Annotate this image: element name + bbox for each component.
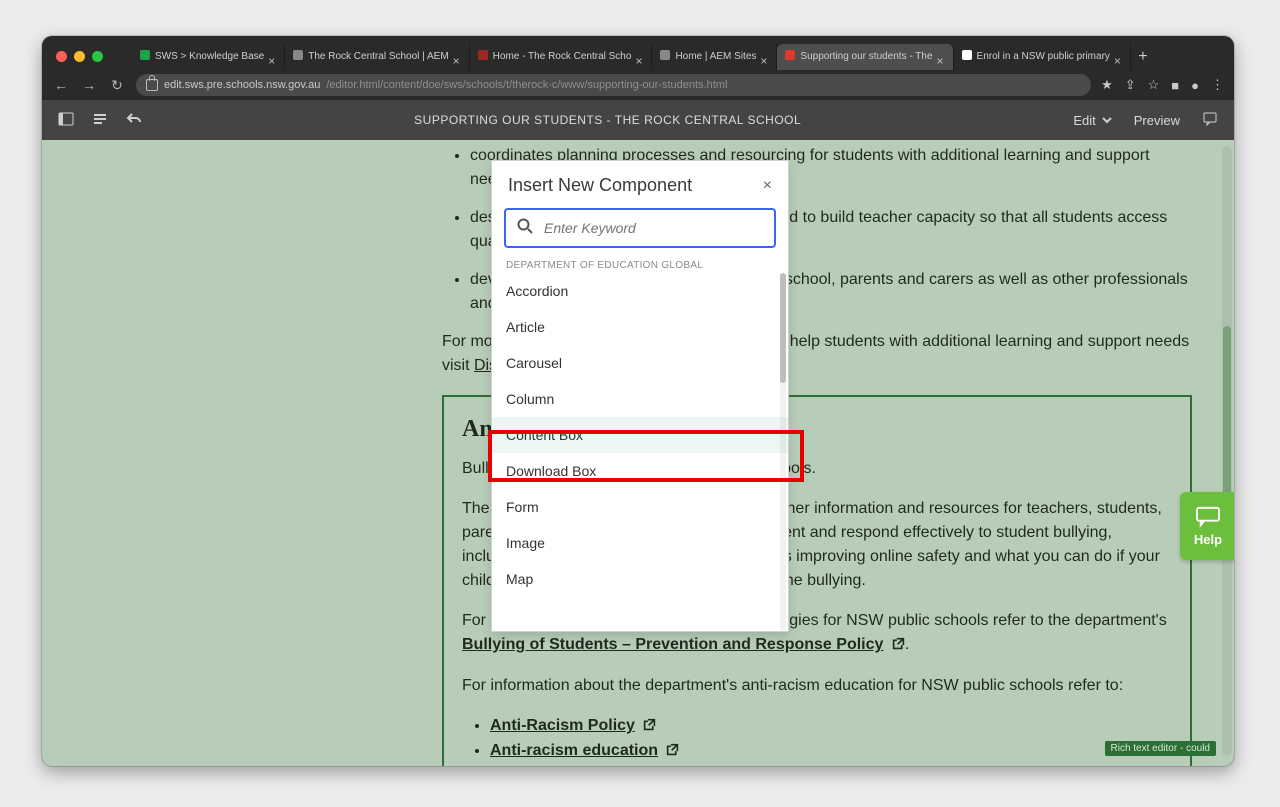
nav-reload-button[interactable]: ↻: [108, 77, 126, 94]
page-info-icon[interactable]: [92, 111, 108, 130]
side-panel-toggle-icon[interactable]: [58, 111, 74, 130]
content-scrollbar[interactable]: [1222, 146, 1232, 756]
window-controls: [56, 51, 103, 62]
preview-button[interactable]: Preview: [1134, 113, 1180, 128]
dialog-section-header: DEPARTMENT OF EDUCATION GLOBAL: [492, 254, 788, 273]
tab-close-button[interactable]: [453, 50, 463, 60]
external-link-icon: [620, 765, 633, 766]
lock-icon: [146, 79, 158, 91]
external-link-icon: [666, 740, 679, 764]
browser-tab[interactable]: Supporting our students - The: [777, 44, 953, 70]
url-field[interactable]: edit.sws.pre.schools.nsw.gov.au/editor.h…: [136, 74, 1091, 96]
component-label: Rich text editor - could: [1105, 741, 1217, 756]
zoom-icon[interactable]: ★: [1101, 77, 1113, 93]
browser-right-icons: ★ ⇪ ☆ ■ ● ⋮: [1101, 77, 1224, 93]
undo-icon[interactable]: [126, 111, 142, 130]
component-option[interactable]: Map: [492, 561, 788, 597]
dialog-close-button[interactable]: ×: [763, 177, 772, 195]
dialog-title: Insert New Component: [508, 175, 692, 196]
tab-close-button[interactable]: [760, 50, 770, 60]
help-label: Help: [1194, 532, 1222, 547]
tab-favicon: [785, 50, 795, 60]
help-widget[interactable]: Help: [1180, 492, 1234, 560]
external-link-icon: [892, 634, 905, 658]
page-title: SUPPORTING OUR STUDENTS - THE ROCK CENTR…: [160, 113, 1055, 127]
browser-tab[interactable]: Home | AEM Sites: [652, 44, 777, 70]
list-item: Racism. No way .: [490, 764, 1172, 766]
tab-label: Enrol in a NSW public primary: [977, 51, 1110, 62]
component-option[interactable]: Download Box: [492, 453, 788, 489]
tab-label: SWS > Knowledge Base: [155, 51, 264, 62]
tab-favicon: [962, 50, 972, 60]
mode-selector[interactable]: Edit: [1073, 113, 1111, 128]
browser-toolbar: ← → ↻ edit.sws.pre.schools.nsw.gov.au/ed…: [42, 70, 1234, 100]
kebab-menu-icon[interactable]: ⋮: [1211, 77, 1224, 93]
component-option[interactable]: Form: [492, 489, 788, 525]
insert-component-dialog: Insert New Component × DEPARTMENT OF EDU…: [491, 160, 789, 632]
component-option[interactable]: Article: [492, 309, 788, 345]
tab-label: Home | AEM Sites: [675, 51, 756, 62]
tab-favicon: [478, 50, 488, 60]
tab-close-button[interactable]: [937, 50, 947, 60]
window-minimize-button[interactable]: [74, 51, 85, 62]
tab-label: Home - The Rock Central Scho: [493, 51, 632, 62]
tab-favicon: [140, 50, 150, 60]
component-option[interactable]: Accordion: [492, 273, 788, 309]
share-icon[interactable]: ⇪: [1125, 77, 1136, 93]
dialog-search-input[interactable]: [542, 219, 764, 237]
component-list: AccordionArticleCarouselColumnContent Bo…: [492, 273, 788, 631]
search-icon: [516, 217, 534, 240]
tab-close-button[interactable]: [268, 50, 278, 60]
nav-back-button[interactable]: ←: [52, 77, 70, 93]
tab-label: The Rock Central School | AEM: [308, 51, 448, 62]
extensions-icon[interactable]: ■: [1171, 78, 1179, 93]
url-path: /editor.html/content/doe/sws/schools/t/t…: [326, 74, 727, 96]
annotate-icon[interactable]: [1202, 111, 1218, 130]
browser-tab[interactable]: Enrol in a NSW public primary: [954, 44, 1131, 70]
url-host: edit.sws.pre.schools.nsw.gov.au: [164, 74, 320, 96]
chat-icon: [1195, 506, 1221, 528]
browser-window: SWS > Knowledge Base The Rock Central Sch…: [42, 36, 1234, 766]
new-tab-button[interactable]: +: [1131, 48, 1155, 66]
nav-forward-button[interactable]: →: [80, 77, 98, 93]
browser-tabstrip: SWS > Knowledge Base The Rock Central Sch…: [132, 44, 1194, 70]
aem-toolbar: SUPPORTING OUR STUDENTS - THE ROCK CENTR…: [42, 100, 1234, 140]
list-item: Anti-Racism Policy: [490, 714, 1172, 739]
component-option[interactable]: Column: [492, 381, 788, 417]
policy-link[interactable]: Anti-Racism Policy: [490, 717, 635, 734]
bookmark-icon[interactable]: ☆: [1148, 77, 1160, 93]
browser-tab[interactable]: Home - The Rock Central Scho: [470, 44, 653, 70]
window-maximize-button[interactable]: [92, 51, 103, 62]
policy-link[interactable]: Anti-racism education: [490, 742, 658, 759]
component-option[interactable]: Carousel: [492, 345, 788, 381]
browser-tab[interactable]: The Rock Central School | AEM: [285, 44, 469, 70]
tab-close-button[interactable]: [635, 50, 645, 60]
chevron-down-icon: [1102, 113, 1112, 128]
paragraph: For information about the department's a…: [462, 674, 1172, 698]
profile-icon[interactable]: ●: [1191, 78, 1199, 93]
dialog-search-field[interactable]: [504, 208, 776, 248]
mode-label: Edit: [1073, 113, 1095, 128]
component-option[interactable]: Image: [492, 525, 788, 561]
browser-tab[interactable]: SWS > Knowledge Base: [132, 44, 285, 70]
list-item: Anti-racism education: [490, 739, 1172, 764]
external-link-icon: [643, 715, 656, 739]
window-close-button[interactable]: [56, 51, 67, 62]
tab-favicon: [660, 50, 670, 60]
tab-label: Supporting our students - The: [800, 51, 932, 62]
dialog-scrollbar[interactable]: [780, 273, 786, 631]
tab-favicon: [293, 50, 303, 60]
policy-link-list: Anti-Racism Policy Anti-racism education…: [462, 714, 1172, 766]
inline-link[interactable]: Bullying of Students – Prevention and Re…: [462, 636, 883, 653]
tab-close-button[interactable]: [1114, 50, 1124, 60]
component-option[interactable]: Content Box: [492, 417, 788, 453]
